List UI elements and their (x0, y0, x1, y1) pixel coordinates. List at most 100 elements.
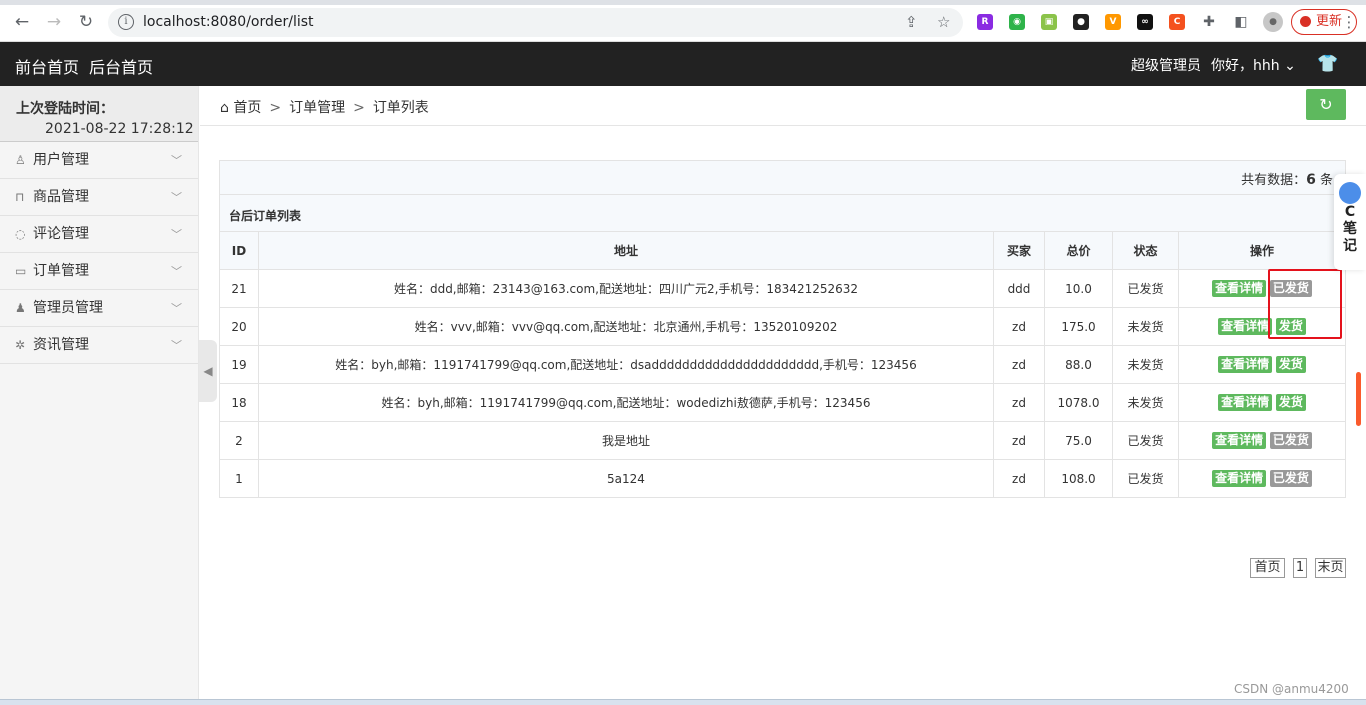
pager-page[interactable]: 1 (1293, 558, 1307, 578)
chevron-left-icon: ◀ (203, 364, 213, 378)
cell-address: 姓名：byh,邮箱：1191741799@qq.com,配送地址：dsadddd… (258, 345, 994, 384)
sidebar-collapse-toggle[interactable]: ◀ (199, 340, 217, 402)
chevron-down-icon: ﹀ (171, 228, 182, 241)
sidebar-item-label: 资讯管理 (33, 337, 89, 353)
site-info-icon[interactable]: i (118, 14, 134, 30)
back-home-link[interactable]: 后台首页 (89, 54, 153, 78)
extension-glasses-icon[interactable]: ● (1073, 14, 1089, 30)
sidebar-item-news[interactable]: ✲ 资讯管理 ﹀ (0, 327, 198, 364)
refresh-icon: ↻ (1319, 95, 1333, 114)
view-details-button[interactable]: 查看详情 (1218, 356, 1273, 373)
last-login-box: 上次登陆时间： 2021-08-22 17:28:12 (0, 86, 198, 142)
profile-avatar-icon[interactable]: ● (1263, 12, 1283, 32)
cell-price: 75.0 (1044, 421, 1113, 460)
data-count-unit: 条 (1319, 173, 1333, 188)
address-bar[interactable]: i localhost:8080/order/list ⇪ ☆ (108, 8, 963, 37)
extension-chat-icon[interactable]: ◉ (1009, 14, 1025, 30)
breadcrumb: ⌂ 首页 > 订单管理 > 订单列表 (220, 97, 429, 117)
cell-actions: 查看详情 已发货 (1178, 459, 1346, 498)
user-dropdown[interactable]: 你好，hhh ⌄ (1211, 55, 1296, 75)
orders-table: ID 地址 买家 总价 状态 操作 21 姓名：ddd,邮箱：23143@163… (219, 231, 1346, 498)
cell-id: 1 (219, 459, 259, 498)
front-home-link[interactable]: 前台首页 (15, 54, 79, 78)
extension-rp-icon[interactable]: R (977, 14, 993, 30)
cell-actions: 查看详情 已发货 (1178, 421, 1346, 460)
extension-image-icon[interactable]: ▣ (1041, 14, 1057, 30)
cell-status: 未发货 (1112, 383, 1179, 422)
sidebar-item-label: 商品管理 (33, 189, 89, 205)
breadcrumb-home[interactable]: 首页 (233, 100, 261, 116)
bag-icon: ⊓ (15, 190, 25, 204)
note-logo-icon (1339, 182, 1361, 204)
cell-price: 108.0 (1044, 459, 1113, 498)
ship-button[interactable]: 发货 (1275, 394, 1306, 411)
forward-icon[interactable]: → (44, 12, 64, 32)
view-details-button[interactable]: 查看详情 (1218, 318, 1273, 335)
sidebar-item-users[interactable]: ♙ 用户管理 ﹀ (0, 142, 198, 179)
cell-id: 2 (219, 421, 259, 460)
cell-status: 未发货 (1112, 345, 1179, 384)
menu-kebab-icon[interactable]: ⋮ (1339, 12, 1359, 32)
breadcrumb-level2[interactable]: 订单管理 (289, 100, 345, 116)
chevron-down-icon: ﹀ (171, 191, 182, 204)
cell-buyer: zd (993, 459, 1045, 498)
cell-address: 我是地址 (258, 421, 994, 460)
pager-last[interactable]: 末页 (1315, 558, 1346, 578)
url-text[interactable]: localhost:8080/order/list (143, 14, 314, 30)
sidebar-item-comments[interactable]: ◌ 评论管理 ﹀ (0, 216, 198, 253)
refresh-button[interactable]: ↻ (1306, 89, 1346, 120)
ship-button[interactable]: 发货 (1275, 356, 1306, 373)
browser-toolbar: ← → ↻ i localhost:8080/order/list ⇪ ☆ R … (0, 0, 1366, 42)
side-panel-icon[interactable]: ◧ (1233, 14, 1249, 30)
shirt-icon[interactable]: 👕 (1317, 54, 1338, 74)
cell-id: 21 (219, 269, 259, 308)
column-header-address: 地址 (258, 231, 994, 270)
chevron-down-icon: ﹀ (171, 302, 182, 315)
cell-buyer: zd (993, 383, 1045, 422)
os-taskbar (0, 699, 1366, 705)
sidebar-item-orders[interactable]: ▭ 订单管理 ﹀ (0, 253, 198, 290)
reload-icon[interactable]: ↻ (76, 12, 96, 32)
data-count-bar: 共有数据：6 条 (219, 160, 1346, 194)
chevron-down-icon: ﹀ (171, 339, 182, 352)
bookmark-star-icon[interactable]: ☆ (937, 13, 950, 31)
view-details-button[interactable]: 查看详情 (1212, 432, 1267, 449)
comment-icon: ◌ (15, 227, 26, 241)
cell-id: 18 (219, 383, 259, 422)
sidebar-item-admins[interactable]: ♟ 管理员管理 ﹀ (0, 290, 198, 327)
scroll-indicator[interactable] (1356, 372, 1361, 426)
tab-strip (0, 0, 1366, 5)
column-header-buyer: 买家 (993, 231, 1045, 270)
data-count-label: 共有数据： (1241, 173, 1307, 188)
user-role: 超级管理员 (1131, 58, 1201, 74)
cell-buyer: zd (993, 421, 1045, 460)
extensions-puzzle-icon[interactable]: ✚ (1201, 14, 1217, 30)
view-details-button[interactable]: 查看详情 (1212, 280, 1267, 297)
share-icon[interactable]: ⇪ (905, 13, 918, 31)
cell-buyer: ddd (993, 269, 1045, 308)
cell-address: 姓名：vvv,邮箱：vvv@qq.com,配送地址：北京通州,手机号：13520… (258, 307, 994, 346)
table-row: 18 姓名：byh,邮箱：1191741799@qq.com,配送地址：wode… (219, 383, 1346, 422)
breadcrumb-current: 订单列表 (372, 100, 429, 116)
data-count: 共有数据：6 条 (1241, 169, 1333, 188)
pager-first[interactable]: 首页 (1250, 558, 1285, 578)
column-header-id: ID (219, 231, 259, 270)
shipped-button[interactable]: 已发货 (1269, 432, 1312, 449)
sidebar-item-products[interactable]: ⊓ 商品管理 ﹀ (0, 179, 198, 216)
note-widget-line1: 笔 (1343, 221, 1357, 237)
view-details-button[interactable]: 查看详情 (1212, 470, 1267, 487)
breadcrumb-bar: ⌂ 首页 > 订单管理 > 订单列表 ↻ (200, 86, 1366, 126)
view-details-button[interactable]: 查看详情 (1218, 394, 1273, 411)
extension-c-icon[interactable]: C (1169, 14, 1185, 30)
cell-actions: 查看详情 发货 (1178, 383, 1346, 422)
cell-status: 已发货 (1112, 459, 1179, 498)
cell-buyer: zd (993, 345, 1045, 384)
column-header-price: 总价 (1044, 231, 1113, 270)
back-icon[interactable]: ← (12, 12, 32, 32)
annotation-highlight-box (1268, 269, 1342, 339)
extension-vip-icon[interactable]: V (1105, 14, 1121, 30)
user-icon: ♙ (15, 153, 26, 167)
extension-infinity-icon[interactable]: ∞ (1137, 14, 1153, 30)
shipped-button[interactable]: 已发货 (1269, 470, 1312, 487)
note-widget[interactable]: C 笔 记 (1334, 174, 1366, 270)
